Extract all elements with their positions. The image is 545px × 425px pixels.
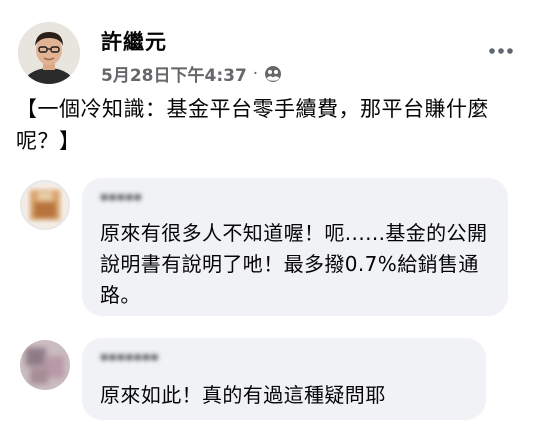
more-horizontal-icon bbox=[489, 48, 513, 54]
friends-icon[interactable] bbox=[264, 65, 282, 83]
author-photo-icon bbox=[18, 22, 80, 84]
post-header: 許繼元 5月28日下午4:37 · bbox=[18, 22, 528, 86]
author-avatar[interactable] bbox=[18, 22, 80, 84]
comment-item: ******* 原來如此！真的有過這種疑問耶 bbox=[20, 338, 530, 420]
meta-separator: · bbox=[252, 63, 259, 84]
comment-item: ***** 原來有很多人不知道喔！呃......基金的公開說明書有說明了吔！最多… bbox=[20, 178, 530, 318]
commenter-name[interactable]: ******* bbox=[100, 350, 159, 369]
post-timestamp[interactable]: 5月28日下午4:37 bbox=[101, 61, 247, 86]
commenter-avatar[interactable] bbox=[20, 180, 70, 230]
commenter-name[interactable]: ***** bbox=[100, 190, 142, 209]
blurred-avatar-icon bbox=[20, 180, 70, 230]
comment-text: 原來如此！真的有過這種疑問耶 bbox=[100, 383, 386, 407]
more-options-button[interactable] bbox=[486, 36, 516, 66]
commenter-avatar[interactable] bbox=[20, 340, 70, 390]
post-meta: 5月28日下午4:37 · bbox=[101, 61, 282, 86]
author-name[interactable]: 許繼元 bbox=[101, 26, 167, 56]
blurred-avatar-icon bbox=[20, 340, 70, 390]
comment-text: 原來有很多人不知道喔！呃......基金的公開說明書有說明了吔！最多撥0.7%給… bbox=[100, 221, 488, 307]
post-text: 【一個冷知識：基金平台零手續費，那平台賺什麼呢？】 bbox=[16, 97, 489, 153]
comment-bubble: ***** 原來有很多人不知道喔！呃......基金的公開說明書有說明了吔！最多… bbox=[82, 178, 508, 316]
comment-bubble: ******* 原來如此！真的有過這種疑問耶 bbox=[82, 338, 486, 420]
